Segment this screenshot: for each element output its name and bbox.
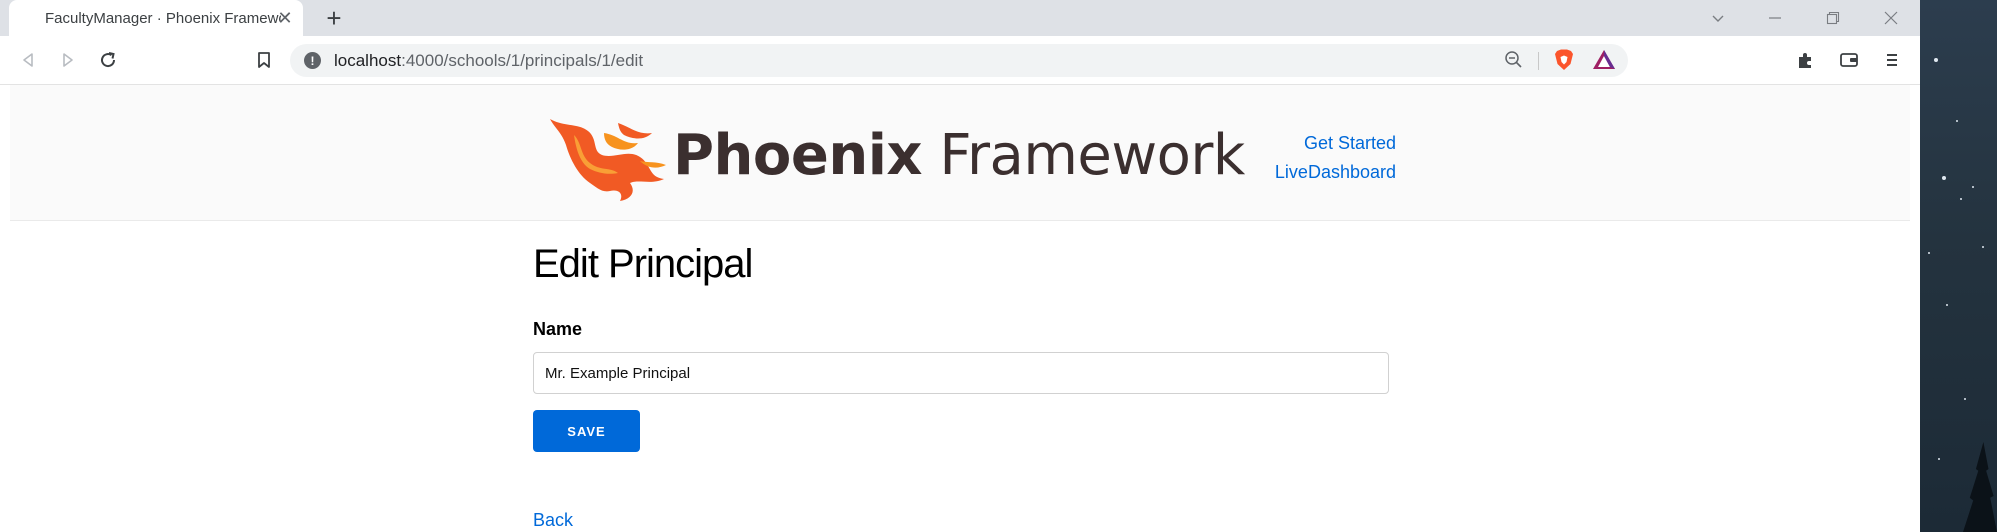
page-title: Edit Principal (533, 242, 753, 286)
reload-icon[interactable] (94, 46, 122, 74)
star (1928, 252, 1930, 254)
phoenix-bird-icon (550, 119, 666, 201)
page-viewport: Phoenix Framework Get Started LiveDashbo… (0, 85, 1920, 532)
url-text[interactable]: localhost:4000/schools/1/principals/1/ed… (334, 51, 643, 71)
url-path: :4000/schools/1/principals/1/edit (401, 51, 644, 70)
bookmark-icon[interactable] (250, 46, 278, 74)
chevron-down-icon[interactable] (1695, 0, 1741, 36)
address-bar[interactable]: ! localhost:4000/schools/1/principals/1/… (290, 44, 1628, 77)
close-icon[interactable] (1868, 0, 1914, 36)
back-icon[interactable] (14, 46, 42, 74)
star (1964, 398, 1966, 400)
star (1982, 246, 1984, 248)
star (1956, 120, 1958, 122)
tab-strip: FacultyManager · Phoenix Framework ✕ + (0, 0, 1920, 36)
star (1942, 176, 1946, 180)
tab-title: FacultyManager · Phoenix Framework (45, 9, 281, 27)
back-link[interactable]: Back (533, 510, 573, 531)
tab-close-icon[interactable]: ✕ (275, 8, 295, 28)
extensions-icon[interactable] (1792, 46, 1820, 74)
live-dashboard-link[interactable]: LiveDashboard (1230, 158, 1396, 187)
logo-bold-text: Phoenix (673, 123, 923, 188)
minimize-icon[interactable] (1752, 0, 1798, 36)
forward-icon[interactable] (54, 46, 82, 74)
star (1960, 198, 1962, 200)
phoenix-logo[interactable]: Phoenix Framework (544, 113, 1245, 203)
browser-toolbar: ! localhost:4000/schools/1/principals/1/… (0, 36, 1920, 85)
logo-wordmark: Phoenix Framework (673, 123, 1245, 188)
star (1938, 458, 1940, 460)
star (1934, 58, 1938, 62)
zoom-out-icon[interactable] (1503, 49, 1525, 71)
logo-light-text: Framework (922, 123, 1245, 188)
header-nav: Get Started LiveDashboard (1230, 129, 1396, 187)
brave-shields-icon[interactable] (1552, 48, 1576, 72)
restore-icon[interactable] (1810, 0, 1856, 36)
url-host: localhost (334, 51, 402, 70)
site-info-icon[interactable]: ! (304, 52, 321, 69)
name-label: Name (533, 319, 583, 339)
brave-rewards-icon[interactable] (1592, 49, 1616, 71)
separator (1538, 52, 1539, 70)
desktop-wallpaper (1920, 0, 1997, 532)
tab-active[interactable]: FacultyManager · Phoenix Framework ✕ (9, 0, 303, 36)
get-started-link[interactable]: Get Started (1230, 129, 1396, 158)
site-header: Phoenix Framework Get Started LiveDashbo… (10, 85, 1910, 221)
star (1946, 304, 1948, 306)
browser-window: FacultyManager · Phoenix Framework ✕ + !… (0, 0, 1920, 532)
tree-silhouette (1963, 442, 1997, 532)
name-field[interactable] (533, 352, 1389, 394)
star (1972, 186, 1974, 188)
menu-icon[interactable] (1878, 46, 1906, 74)
new-tab-icon[interactable]: + (320, 3, 348, 33)
save-button[interactable]: SAVE (533, 410, 640, 452)
main-content: Edit Principal Name SAVE Back (533, 242, 1389, 530)
wallet-icon[interactable] (1835, 46, 1863, 74)
